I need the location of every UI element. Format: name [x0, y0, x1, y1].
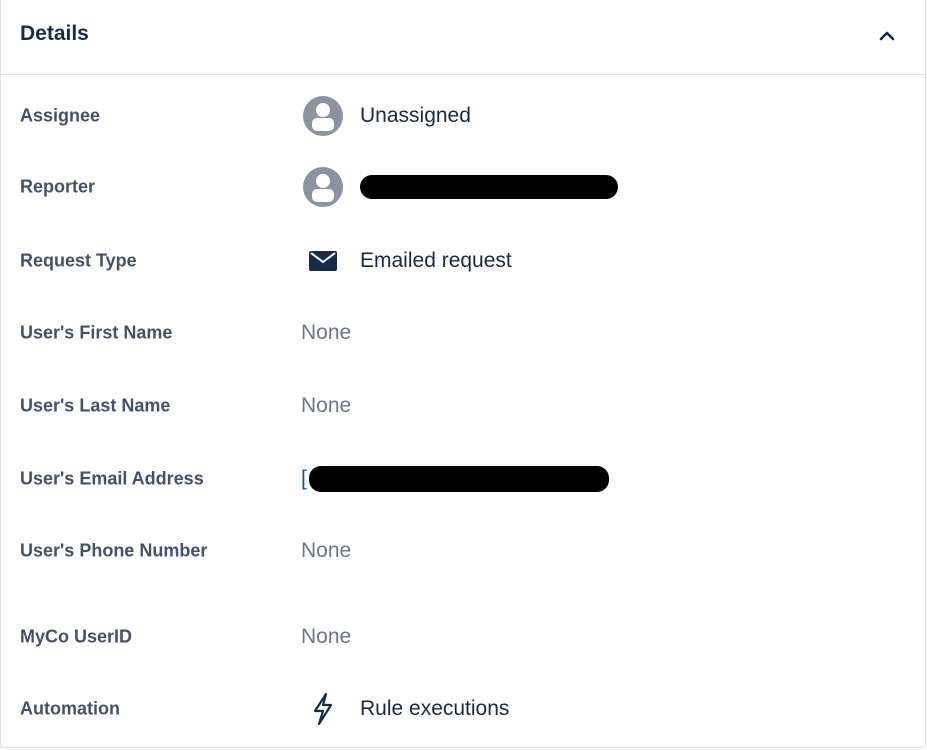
email-link-bracket[interactable]: [: [301, 467, 307, 491]
user-avatar-icon: [301, 94, 345, 138]
field-row-automation: Automation Rule executions: [1, 689, 925, 729]
envelope-icon: [301, 239, 345, 283]
details-panel: Details Assignee Unassigned Reporter Req…: [0, 0, 926, 748]
field-label-last-name: User's Last Name: [20, 395, 171, 416]
first-name-value[interactable]: None: [301, 321, 351, 345]
request-type-value: Emailed request: [301, 239, 512, 283]
assignee-value[interactable]: Unassigned: [301, 94, 471, 138]
automation-text: Rule executions: [360, 697, 510, 720]
field-label-automation: Automation: [20, 698, 120, 719]
field-row-last-name: User's Last Name None: [1, 386, 925, 426]
field-label-request-type: Request Type: [20, 250, 137, 271]
user-avatar-icon: [301, 165, 345, 209]
userid-value[interactable]: None: [301, 625, 351, 649]
field-row-request-type: Request Type Emailed request: [1, 241, 925, 281]
collapse-button[interactable]: [873, 22, 901, 50]
lightning-bolt-icon: [301, 687, 345, 731]
field-row-email: User's Email Address [: [1, 459, 925, 499]
request-type-text: Emailed request: [360, 249, 512, 272]
assignee-text: Unassigned: [360, 104, 471, 127]
field-row-userid: MyCo UserID None: [1, 617, 925, 657]
field-row-first-name: User's First Name None: [1, 313, 925, 353]
field-row-assignee: Assignee Unassigned: [1, 96, 925, 136]
field-label-first-name: User's First Name: [20, 322, 173, 343]
email-value[interactable]: [: [301, 466, 609, 492]
chevron-up-icon: [879, 31, 895, 41]
field-label-assignee: Assignee: [20, 105, 101, 126]
last-name-value[interactable]: None: [301, 394, 351, 418]
redacted-email-address: [308, 466, 609, 492]
reporter-value[interactable]: [301, 165, 618, 209]
field-label-email: User's Email Address: [20, 468, 204, 489]
automation-value[interactable]: Rule executions: [301, 687, 509, 731]
redacted-reporter-name: [360, 175, 618, 199]
field-label-userid: MyCo UserID: [20, 626, 133, 647]
phone-value[interactable]: None: [301, 539, 351, 563]
details-header[interactable]: Details: [1, 0, 925, 75]
field-row-reporter: Reporter: [1, 167, 925, 207]
field-label-reporter: Reporter: [20, 176, 96, 197]
field-label-phone: User's Phone Number: [20, 540, 208, 561]
field-row-phone: User's Phone Number None: [1, 531, 925, 571]
details-title: Details: [20, 22, 89, 45]
